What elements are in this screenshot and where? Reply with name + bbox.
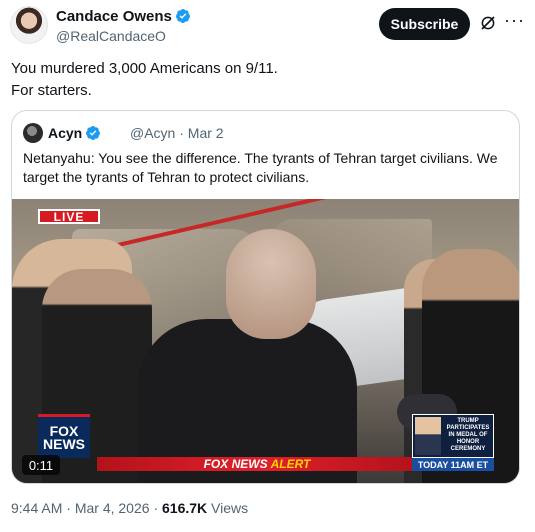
promo-box: TRUMP PARTICIPATES IN MEDAL OF HONOR CER…: [412, 414, 494, 458]
meta-separator: ·: [179, 125, 184, 141]
post-text: You murdered 3,000 Americans on 9/11. Fo…: [11, 58, 521, 102]
post-time[interactable]: 9:44 AM: [11, 500, 62, 516]
quoted-author-name[interactable]: Acyn: [48, 125, 101, 141]
video-player[interactable]: LIVE FOX NEWS FOX NEWS ALERT TRUMP PARTIC…: [12, 199, 519, 483]
speaker-figure-head: [226, 229, 316, 339]
verified-badge-icon: [86, 126, 101, 140]
quoted-post-text: Netanyahu: You see the difference. The t…: [23, 150, 498, 185]
post-header: Candace Owens @RealCandaceO Subscribe ··…: [10, 6, 525, 46]
video-duration: 0:11: [22, 455, 60, 475]
live-badge: LIVE: [38, 209, 100, 224]
news-alert-banner: FOX NEWS ALERT: [97, 457, 417, 471]
quoted-post-date[interactable]: Mar 2: [188, 125, 224, 141]
quoted-post-card[interactable]: Acyn @Acyn · Mar 2 Netanyahu: You see th…: [11, 110, 520, 484]
post-text-line-1: You murdered 3,000 Americans on 9/11.: [11, 60, 278, 77]
promo-time: TODAY 11AM ET: [412, 458, 494, 471]
fox-news-logo: FOX NEWS: [38, 414, 90, 458]
views-label: Views: [211, 500, 249, 516]
quoted-author-name-text[interactable]: Acyn: [48, 125, 82, 141]
quoted-author-avatar[interactable]: [23, 123, 43, 143]
quoted-author-handle[interactable]: @Acyn: [130, 125, 175, 141]
alert-word: ALERT: [270, 457, 311, 471]
promo-photo: [415, 417, 441, 455]
more-dots-icon[interactable]: ···: [504, 11, 524, 31]
fox-logo-bottom: NEWS: [43, 435, 85, 452]
author-name-text[interactable]: Candace Owens: [56, 8, 172, 25]
post-date[interactable]: Mar 4, 2026: [75, 500, 150, 516]
verified-badge-icon: [175, 9, 190, 23]
author-avatar[interactable]: [10, 6, 48, 44]
quoted-post-meta: @Acyn · Mar 2: [130, 125, 224, 141]
meta-separator: ·: [66, 500, 71, 516]
post-text-line-2: For starters.: [11, 82, 92, 99]
promo-text: TRUMP PARTICIPATES IN MEDAL OF HONOR CER…: [446, 418, 490, 452]
alert-prefix: FOX NEWS: [203, 457, 268, 471]
author-name[interactable]: Candace Owens: [56, 8, 191, 25]
post-meta: 9:44 AM · Mar 4, 2026 · 616.7K Views: [11, 500, 248, 516]
author-handle[interactable]: @RealCandaceO: [56, 28, 166, 44]
subscribe-button[interactable]: Subscribe: [379, 8, 470, 40]
meta-separator: ·: [153, 500, 159, 516]
grok-slash-icon[interactable]: [479, 14, 497, 32]
views-count[interactable]: 616.7K: [162, 500, 207, 516]
